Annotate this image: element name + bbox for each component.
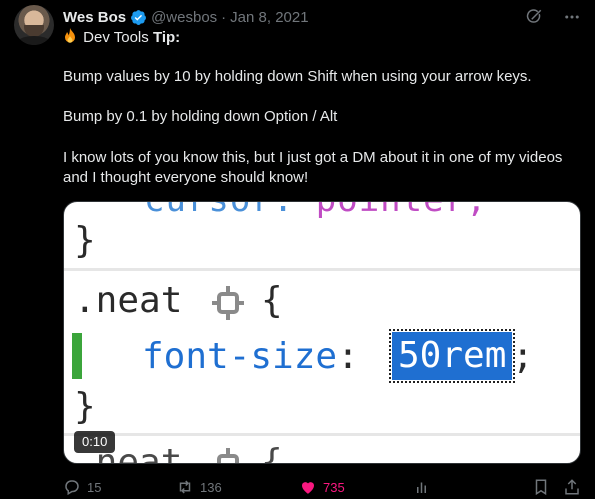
code-selector: .neat <box>74 280 183 321</box>
bookmark-button[interactable] <box>532 478 556 496</box>
reply-button[interactable]: 15 <box>63 478 101 496</box>
tweet-header: Wes Bos @wesbos · Jan 8, 2021 <box>63 8 309 26</box>
retweet-icon <box>179 480 191 494</box>
avatar[interactable] <box>14 5 54 45</box>
tweet-date[interactable]: Jan 8, 2021 <box>230 9 308 26</box>
separator-dot: · <box>221 8 227 26</box>
reply-count: 15 <box>87 479 102 495</box>
code-rule-divider-2 <box>64 433 580 436</box>
views-button[interactable] <box>414 478 438 496</box>
reply-icon <box>65 480 79 496</box>
tweet-text-line-5: and I thought everyone should know! <box>63 169 309 186</box>
tip-bold: Tip: <box>152 29 181 46</box>
retweet-button[interactable]: 136 <box>176 478 222 496</box>
video-timestamp: 0:10 <box>74 431 116 453</box>
views-icon <box>417 482 426 493</box>
bookmark-icon <box>535 479 547 496</box>
like-button[interactable]: 735 <box>299 478 345 496</box>
tweet-text-line-1: Dev Tools Tip: <box>63 28 180 48</box>
share-icon <box>565 479 579 495</box>
avatar-shirt <box>17 36 51 45</box>
code-rule-divider <box>64 268 580 271</box>
tweet-text-line-3: Bump by 0.1 by holding down Option / Alt <box>63 108 338 125</box>
share-button[interactable] <box>563 478 587 496</box>
author-handle[interactable]: @wesbos <box>151 9 217 26</box>
grok-icon[interactable] <box>525 8 543 26</box>
inspect-element-icon <box>212 286 244 320</box>
tweet: Wes Bos @wesbos · Jan 8, 2021 Dev Tools … <box>0 0 595 499</box>
code-closing-brace-2: } <box>74 386 96 427</box>
code-partial-top: cursor: pointer; <box>144 202 488 220</box>
more-icon[interactable] <box>563 8 581 26</box>
heart-icon <box>302 482 314 494</box>
tweet-text-line-4: I know lots of you know this, but I just… <box>63 149 563 166</box>
video-frame-code: cursor: pointer; } .neat { font-size: 50… <box>64 202 580 463</box>
code-change-marker <box>72 333 82 379</box>
tweet-top-actions <box>525 8 581 26</box>
tweet-actions: 15 136 735 <box>63 478 583 498</box>
tweet-text-line-2: Bump values by 10 by holding down Shift … <box>63 68 532 85</box>
video-player[interactable]: cursor: pointer; } .neat { font-size: 50… <box>63 201 581 464</box>
code-semicolon: ; <box>512 336 534 377</box>
code-value-selected: 50rem <box>388 329 516 383</box>
code-opening-brace: { <box>261 280 283 321</box>
code-closing-brace: } <box>74 220 96 261</box>
fire-emoji <box>63 28 79 48</box>
like-count: 735 <box>323 479 345 495</box>
retweet-count: 136 <box>200 479 222 495</box>
verified-badge-icon <box>131 9 147 25</box>
inspect-element-icon-2 <box>217 448 239 463</box>
author-name[interactable]: Wes Bos <box>63 9 126 26</box>
tip-prefix: Dev Tools <box>83 29 153 46</box>
code-property: font-size: <box>142 336 359 377</box>
